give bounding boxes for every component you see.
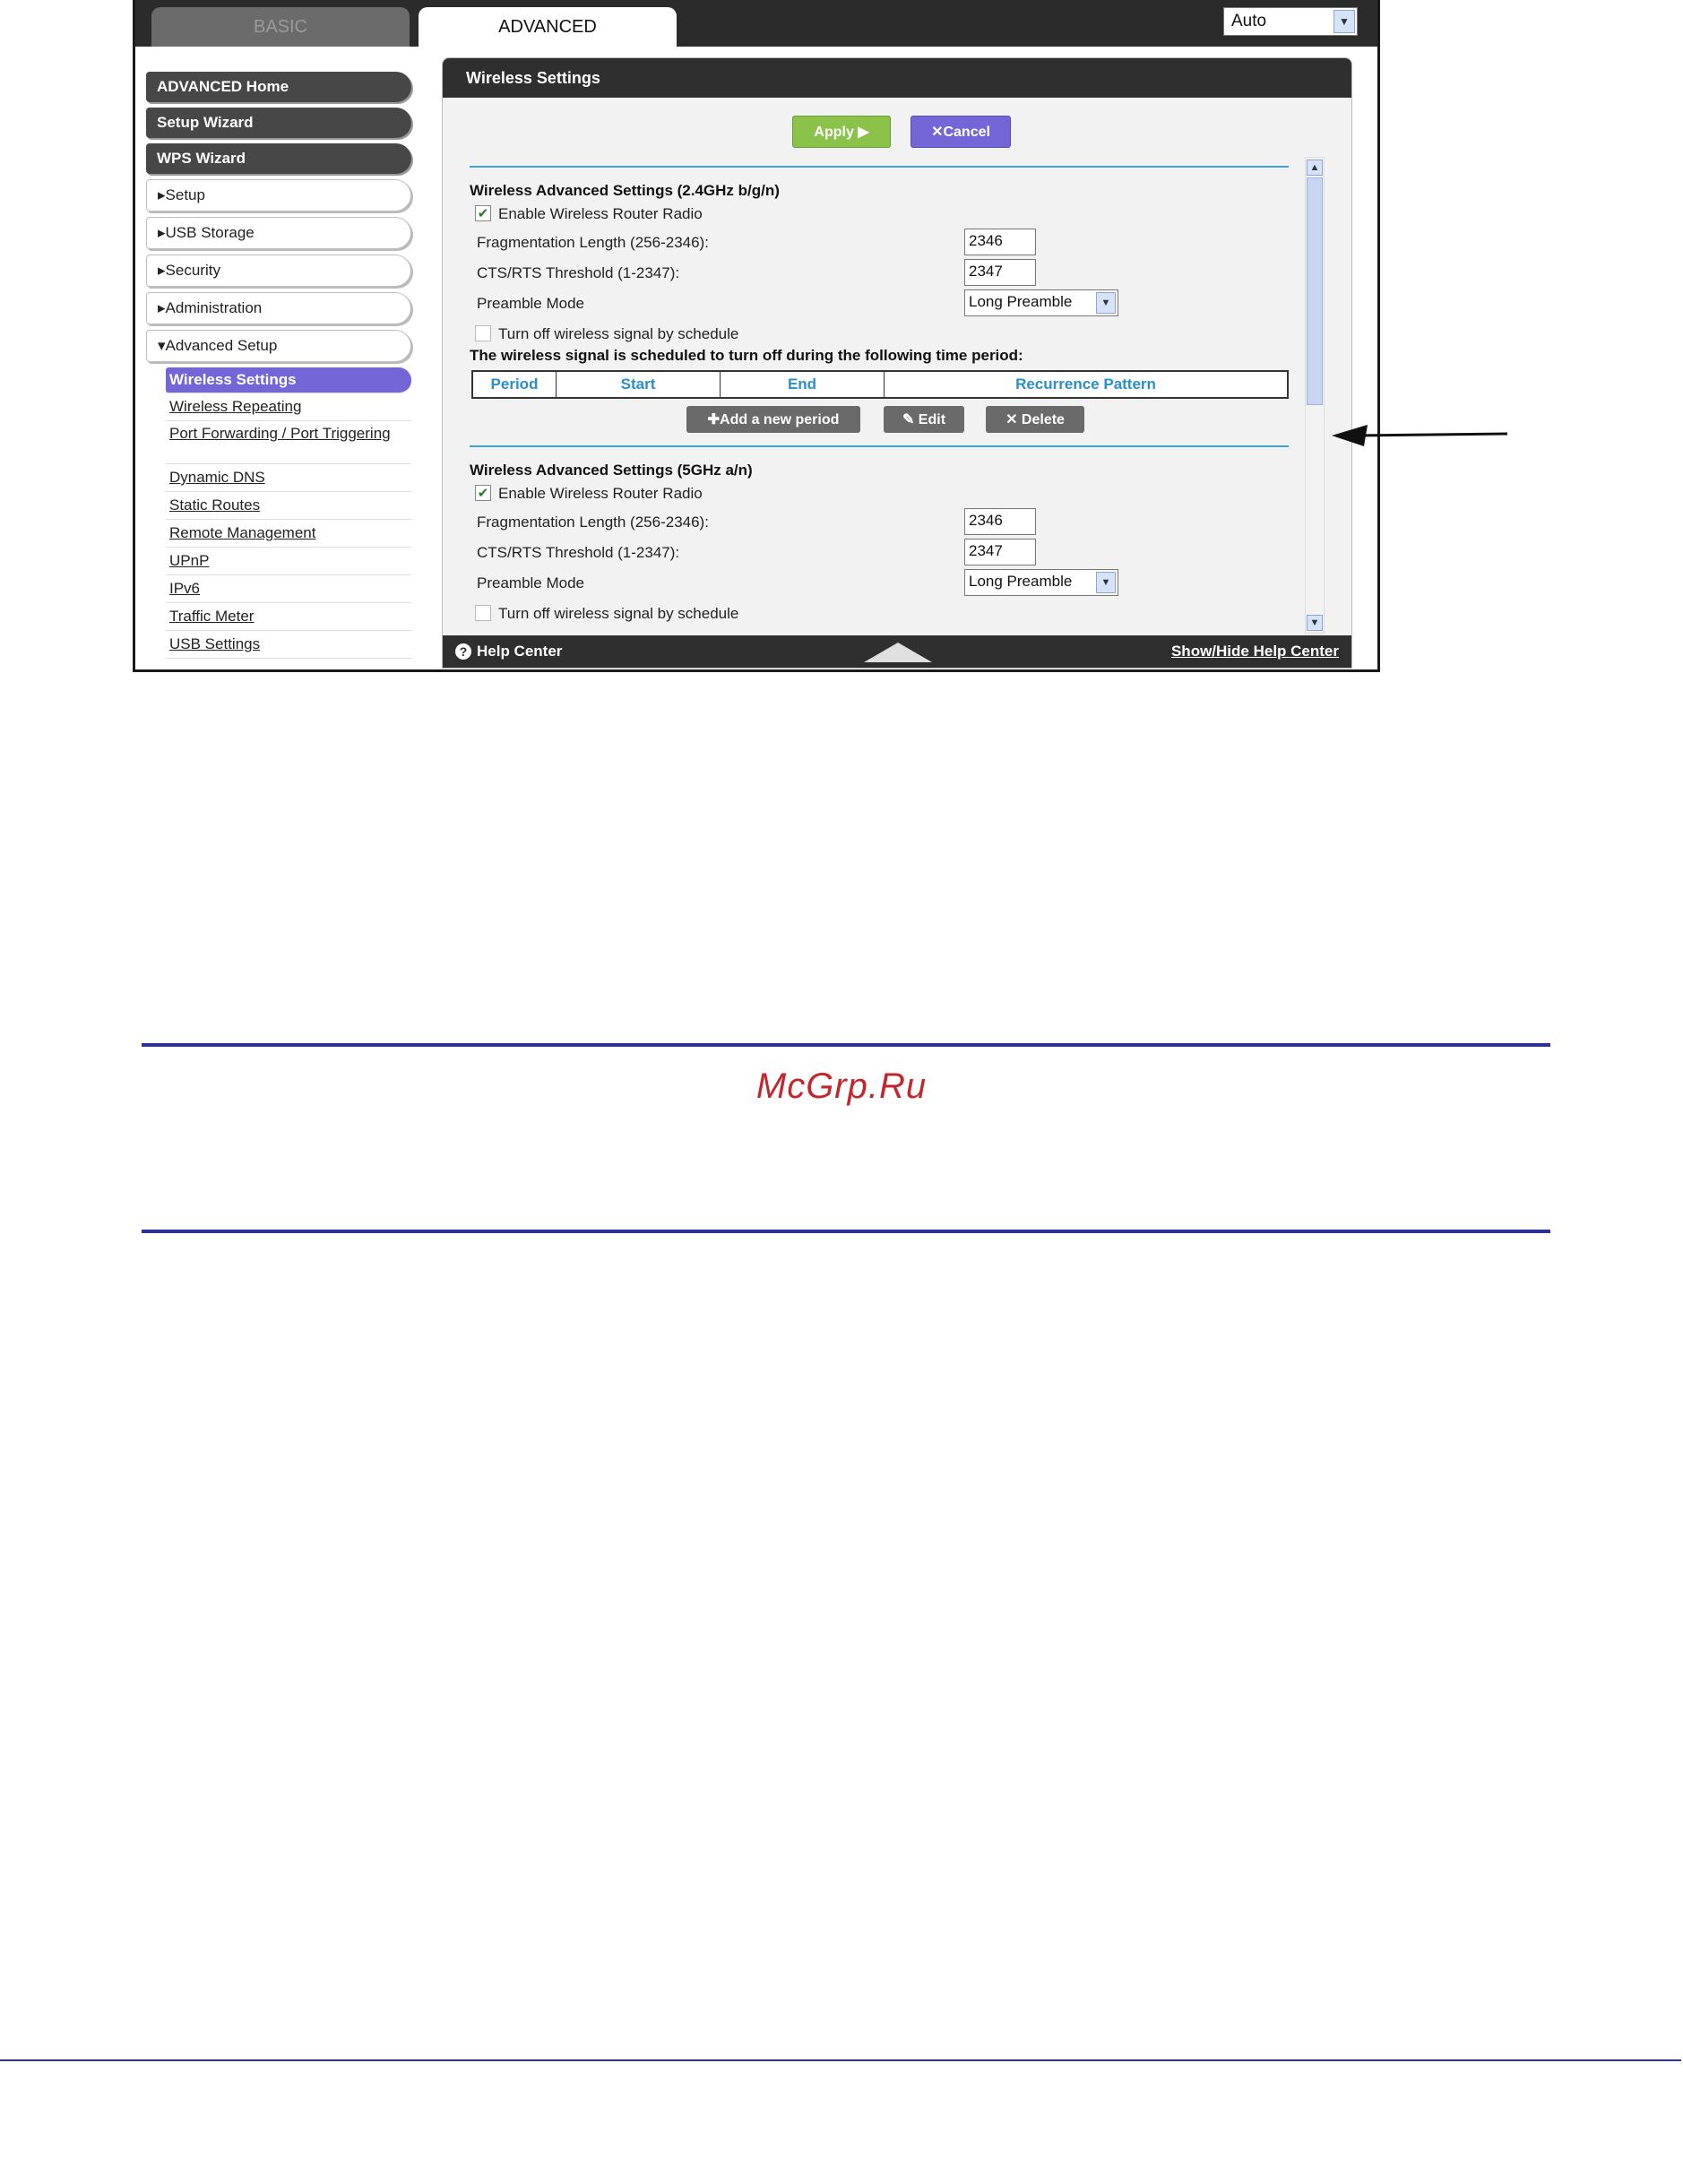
sidebar-item-security[interactable]: ▸Security: [146, 255, 411, 287]
band5-schedule-label: Turn off wireless signal by schedule: [498, 605, 739, 622]
band5-preamble-label: Preamble Mode: [477, 574, 585, 591]
band24-enable-checkbox[interactable]: ✔: [475, 205, 491, 221]
band24-frag-input[interactable]: 2346: [964, 229, 1036, 255]
sub-traffic-meter[interactable]: Traffic Meter: [166, 603, 411, 631]
band5-enable-checkbox[interactable]: ✔: [475, 485, 491, 501]
show-hide-help-link[interactable]: Show/Hide Help Center: [1171, 643, 1339, 660]
sidebar-item-usb-storage[interactable]: ▸USB Storage: [146, 217, 411, 249]
sub-usb-settings[interactable]: USB Settings: [166, 631, 411, 659]
tab-basic[interactable]: BASIC: [151, 7, 410, 47]
chevron-down-icon: ▼: [1096, 292, 1116, 314]
sidebar-item-advanced-setup[interactable]: ▾Advanced Setup: [146, 330, 411, 362]
language-select[interactable]: Auto ▼: [1223, 7, 1358, 36]
band24-schedule-checkbox[interactable]: [475, 325, 491, 341]
wireless-settings-panel: Wireless Settings Apply ▶ ✕Cancel Wirele…: [442, 57, 1352, 669]
divider: [470, 445, 1289, 447]
band24-preamble-label: Preamble Mode: [477, 295, 585, 312]
bottom-rule: [142, 1230, 1550, 1233]
band5-heading: Wireless Advanced Settings (5GHz a/n): [470, 462, 753, 479]
help-center-bar: ? Help Center Show/Hide Help Center: [443, 635, 1351, 668]
band5-preamble-value: Long Preamble: [969, 573, 1073, 590]
advanced-setup-submenu: Wireless Settings Wireless Repeating Por…: [166, 367, 411, 659]
sub-remote-management[interactable]: Remote Management: [166, 520, 411, 548]
sidebar-advanced-home[interactable]: ADVANCED Home: [146, 72, 411, 102]
band24-frag-label: Fragmentation Length (256-2346):: [477, 234, 709, 251]
band5-preamble-select[interactable]: Long Preamble ▼: [964, 569, 1118, 596]
sub-wireless-settings[interactable]: Wireless Settings: [166, 367, 411, 393]
sub-wireless-repeating[interactable]: Wireless Repeating: [166, 393, 411, 421]
help-center-label: Help Center: [477, 643, 563, 660]
scroll-down-icon[interactable]: ▼: [1307, 615, 1323, 631]
col-recurrence: Recurrence Pattern: [1015, 376, 1156, 393]
callout-arrow-icon: [1332, 425, 1508, 446]
page-footer-rule: [0, 2059, 1681, 2061]
sidebar-item-administration[interactable]: ▸Administration: [146, 292, 411, 324]
sub-static-routes[interactable]: Static Routes: [166, 492, 411, 520]
col-end: End: [721, 372, 885, 397]
delete-button[interactable]: ✕ Delete: [986, 406, 1084, 433]
col-period: Period: [473, 372, 557, 397]
band24-enable-label: Enable Wireless Router Radio: [498, 205, 703, 222]
divider: [470, 166, 1289, 168]
schedule-note: The wireless signal is scheduled to turn…: [470, 347, 1023, 364]
brand-watermark: McGrp.Ru: [755, 1066, 928, 1106]
add-period-button[interactable]: ✚Add a new period: [686, 406, 860, 433]
cancel-button[interactable]: ✕Cancel: [911, 116, 1011, 148]
apply-button[interactable]: Apply ▶: [792, 116, 891, 148]
help-icon: ?: [455, 643, 471, 660]
chevron-down-icon: ▼: [1333, 10, 1355, 33]
scroll-thumb[interactable]: [1307, 177, 1323, 405]
sub-dynamic-dns[interactable]: Dynamic DNS: [166, 464, 411, 492]
expand-triangle-icon[interactable]: [864, 643, 932, 662]
sidebar-item-setup[interactable]: ▸Setup: [146, 179, 411, 211]
band24-cts-input[interactable]: 2347: [964, 259, 1036, 286]
band24-heading: Wireless Advanced Settings (2.4GHz b/g/n…: [470, 182, 780, 199]
sidebar: ADVANCED Home Setup Wizard WPS Wizard ▸S…: [146, 72, 411, 659]
sub-port-forwarding[interactable]: Port Forwarding / Port Triggering: [166, 421, 411, 464]
schedule-table-header: Period Start End Recurrence Pattern: [471, 370, 1289, 399]
sub-ipv6[interactable]: IPv6: [166, 575, 411, 603]
help-center-toggle[interactable]: ? Help Center: [455, 643, 562, 660]
sub-upnp[interactable]: UPnP: [166, 548, 411, 575]
router-screenshot: BASIC ADVANCED Auto ▼ ADVANCED Home Setu…: [133, 0, 1380, 672]
band24-schedule-label: Turn off wireless signal by schedule: [498, 325, 739, 342]
band5-frag-input[interactable]: 2346: [964, 508, 1036, 535]
language-value: Auto: [1231, 12, 1267, 30]
edit-button[interactable]: ✎ Edit: [884, 406, 964, 433]
chevron-down-icon: ▼: [1096, 572, 1116, 593]
sidebar-setup-wizard[interactable]: Setup Wizard: [146, 108, 411, 138]
panel-title: Wireless Settings: [443, 58, 1351, 98]
col-start: Start: [557, 372, 721, 397]
band5-schedule-checkbox[interactable]: [475, 605, 491, 621]
band24-preamble-select[interactable]: Long Preamble ▼: [964, 289, 1118, 316]
band5-cts-input[interactable]: 2347: [964, 539, 1036, 565]
top-rule: [142, 1043, 1550, 1047]
band24-cts-label: CTS/RTS Threshold (1-2347):: [477, 264, 680, 281]
panel-scrollbar[interactable]: ▲ ▼: [1305, 157, 1325, 634]
sidebar-wps-wizard[interactable]: WPS Wizard: [146, 143, 411, 174]
band5-enable-label: Enable Wireless Router Radio: [498, 485, 703, 502]
band24-preamble-value: Long Preamble: [969, 293, 1073, 310]
band5-frag-label: Fragmentation Length (256-2346):: [477, 514, 709, 531]
band5-cts-label: CTS/RTS Threshold (1-2347):: [477, 544, 680, 561]
top-bar: BASIC ADVANCED Auto ▼: [135, 0, 1377, 47]
scroll-up-icon[interactable]: ▲: [1307, 160, 1323, 176]
tab-advanced[interactable]: ADVANCED: [419, 7, 677, 47]
